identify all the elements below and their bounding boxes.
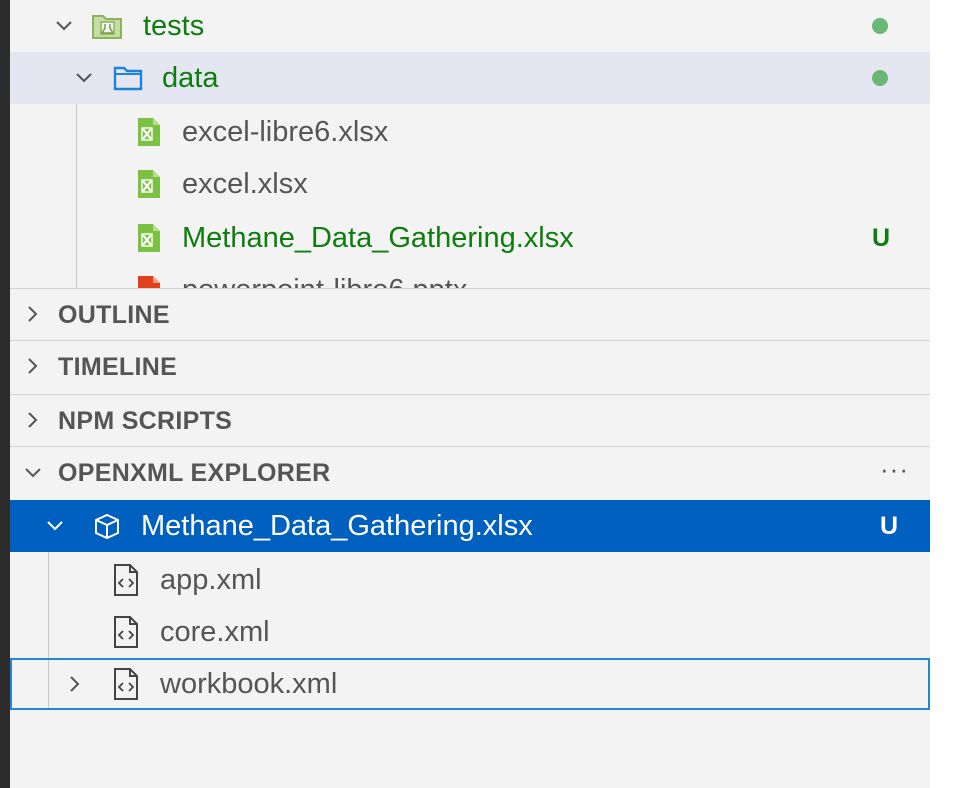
chevron-down-icon[interactable] [24, 464, 42, 482]
chevron-right-icon[interactable] [24, 305, 42, 323]
part-label: app.xml [160, 564, 262, 596]
section-npm-scripts[interactable]: NPM SCRIPTS [10, 394, 930, 446]
tree-folder-label: data [162, 62, 219, 94]
chevron-right-icon[interactable] [24, 411, 42, 429]
excel-file-icon [134, 117, 164, 147]
tree-file-methane[interactable]: Methane_Data_Gathering.xlsx U [10, 212, 930, 264]
tree-folder-data[interactable]: data [10, 52, 930, 104]
modified-dot-icon [872, 70, 888, 86]
powerpoint-file-icon [134, 275, 164, 288]
tree-file-label: powerpoint-libre6.pptx [182, 264, 467, 288]
editor-edge [930, 0, 958, 788]
tree-folder-label: tests [143, 10, 205, 42]
openxml-part-app[interactable]: app.xml [10, 554, 930, 606]
tree-file-excel[interactable]: excel.xlsx [10, 158, 930, 210]
chevron-down-icon[interactable] [75, 69, 93, 87]
chevron-down-icon[interactable] [46, 517, 64, 535]
activity-bar-edge [0, 0, 10, 788]
section-title: OUTLINE [58, 301, 170, 329]
excel-file-icon [134, 169, 164, 199]
part-label: core.xml [160, 616, 270, 648]
chevron-down-icon[interactable] [55, 17, 73, 35]
untracked-badge: U [880, 512, 899, 540]
explorer-sidebar: tests data excel-libre6.xlsx excel.xlsx … [10, 0, 930, 788]
tree-file-label: excel-libre6.xlsx [182, 116, 389, 148]
package-icon [92, 511, 122, 541]
modified-dot-icon [872, 18, 888, 34]
part-label: workbook.xml [160, 668, 338, 700]
section-title: OPENXML EXPLORER [58, 459, 331, 487]
more-actions-icon[interactable]: ··· [880, 447, 909, 491]
folder-icon [113, 63, 143, 93]
section-outline[interactable]: OUTLINE [10, 288, 930, 340]
chevron-right-icon[interactable] [24, 357, 42, 375]
tree-file-powerpoint[interactable]: powerpoint-libre6.pptx [10, 264, 930, 288]
excel-file-icon [134, 223, 164, 253]
xml-file-icon [111, 616, 141, 648]
openxml-part-workbook[interactable]: workbook.xml [10, 658, 930, 710]
tree-file-label: excel.xlsx [182, 168, 308, 200]
test-folder-icon [92, 11, 122, 41]
tree-file-excel-libre6[interactable]: excel-libre6.xlsx [10, 106, 930, 158]
tree-folder-tests[interactable]: tests [10, 0, 930, 52]
tree-file-label: Methane_Data_Gathering.xlsx [182, 222, 574, 254]
chevron-right-icon[interactable] [66, 675, 84, 693]
section-title: NPM SCRIPTS [58, 407, 233, 435]
section-timeline[interactable]: TIMELINE [10, 340, 930, 392]
package-label: Methane_Data_Gathering.xlsx [141, 510, 533, 542]
openxml-part-core[interactable]: core.xml [10, 606, 930, 658]
openxml-package-row[interactable]: Methane_Data_Gathering.xlsx U [10, 500, 930, 552]
tree-file-clip: powerpoint-libre6.pptx [10, 264, 930, 288]
section-title: TIMELINE [58, 353, 178, 381]
xml-file-icon [111, 564, 141, 596]
xml-file-icon [111, 668, 141, 700]
section-openxml-explorer[interactable]: OPENXML EXPLORER ··· [10, 446, 930, 498]
untracked-badge: U [872, 224, 891, 252]
